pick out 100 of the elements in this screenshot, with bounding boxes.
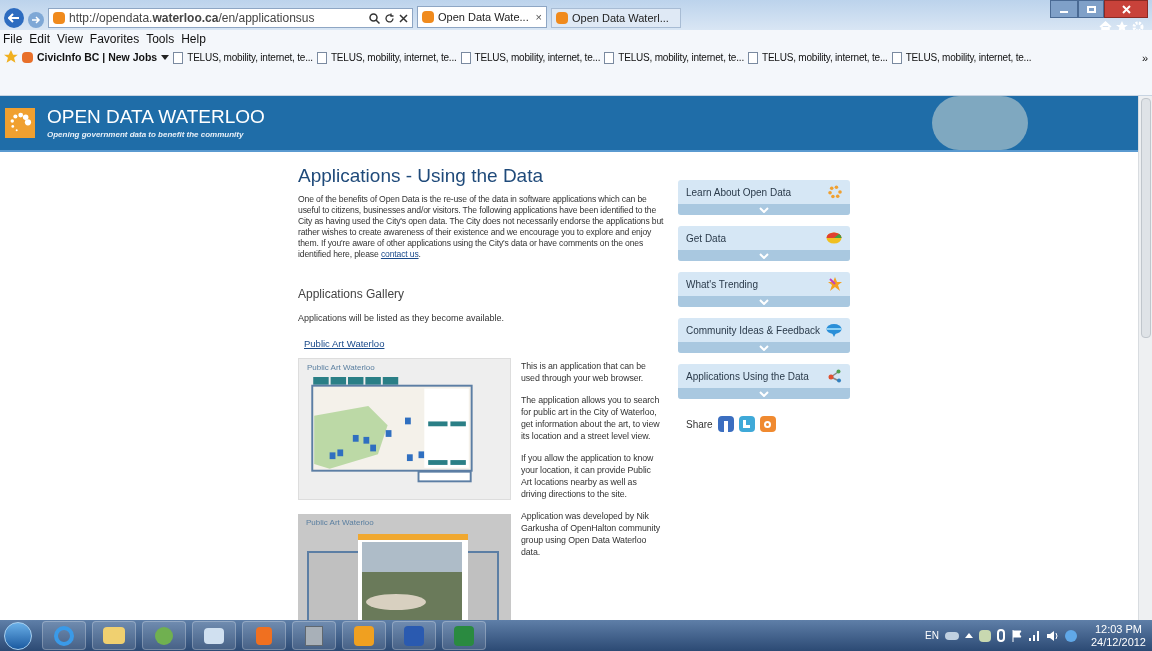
scrollbar[interactable]: [1138, 96, 1152, 620]
browser-tab[interactable]: Open Data Wate... ×: [417, 6, 547, 28]
site-tagline: Opening government data to benefit the community: [47, 128, 245, 141]
sidebar-panel[interactable]: What's Trending: [678, 272, 850, 307]
caret-icon: [161, 55, 170, 61]
share-label: Share: [686, 417, 713, 432]
back-button[interactable]: [4, 8, 24, 28]
favorites-bar-item[interactable]: TELUS, mobility, internet, te...: [460, 50, 601, 65]
page-icon: [747, 51, 758, 64]
minimize-button[interactable]: [1050, 0, 1078, 18]
address-text: http://opendata.waterloo.ca/en/applicationsus: [69, 10, 315, 27]
sidebar-panel[interactable]: Learn About Open Data: [678, 180, 850, 215]
site-favicon-icon: [53, 12, 65, 24]
screenshot-title: Public Art Waterloo: [306, 517, 375, 528]
minimize-icon: [1060, 11, 1068, 13]
menu-item[interactable]: Edit: [29, 30, 51, 48]
favorites-star-icon[interactable]: [4, 50, 18, 64]
app-link[interactable]: Public Art Waterloo: [304, 337, 664, 352]
sidebar-panel-title: Applications Using the Data: [686, 369, 809, 384]
arrow-left-icon: [8, 13, 20, 23]
menu-item[interactable]: Favorites: [89, 30, 140, 48]
sidebar-panel-title: Community Ideas & Feedback: [686, 323, 820, 338]
signal-bars-icon[interactable]: [1028, 630, 1041, 641]
tab-title: Open Data Waterl...: [572, 10, 669, 26]
forward-button[interactable]: [28, 12, 44, 28]
star-figure-icon: [828, 277, 842, 291]
favorites-bar-item-label: TELUS, mobility, internet, te...: [761, 51, 888, 65]
favorites-bar-item-label: CivicInfo BC | New Jobs: [37, 50, 158, 65]
site-title: OPEN DATA WATERLOO: [47, 105, 265, 129]
pie-icon: [826, 232, 842, 244]
app-description: The application allows you to search for public art in the City of Waterloo, get information about the art, to view its location and a street level view.: [521, 393, 661, 442]
chevron-down-icon: [759, 206, 769, 213]
chevron-down-icon: [759, 252, 769, 259]
start-button[interactable]: [4, 621, 32, 650]
app-description: Application was developed by Nik Garkusha of OpenHalton community group using Open Data Waterloo data.: [521, 509, 661, 558]
screenshot-title: Public Art Waterloo: [307, 362, 376, 373]
maximize-icon: [1086, 5, 1096, 13]
tab-title: Open Data Wate...: [438, 9, 529, 25]
site-favicon-icon: [22, 52, 33, 64]
sidebar-panel-title: Learn About Open Data: [686, 185, 792, 200]
close-icon: [1121, 4, 1131, 14]
page-icon: [460, 51, 471, 64]
maximize-button[interactable]: [1078, 0, 1104, 18]
chevron-down-icon: [759, 390, 769, 397]
share-nodes-icon: [828, 369, 842, 383]
gallery-note: Applications will be listed as they become available.: [298, 311, 506, 325]
tab-close-button[interactable]: ×: [535, 8, 542, 26]
clock-time[interactable]: 12:03 PM: [1094, 622, 1142, 636]
sidebar-panel-title: Get Data: [686, 231, 727, 246]
address-field[interactable]: http://opendata.waterloo.ca/en/applicationsus: [48, 8, 413, 28]
page-icon: [316, 51, 327, 64]
favorites-bar-item-label: TELUS, mobility, internet, te...: [905, 51, 1032, 65]
favorites-bar-item-label: TELUS, mobility, internet, te...: [187, 51, 313, 65]
favorites-bar-item-label: TELUS, mobility, internet, te...: [330, 51, 457, 65]
search-icon[interactable]: [369, 12, 380, 24]
favorites-bar-item-label: TELUS, mobility, internet, te...: [474, 51, 601, 65]
chevron-down-icon: [759, 298, 769, 305]
keyboard-icon[interactable]: [944, 631, 959, 640]
browser-tab[interactable]: Open Data Waterl...: [551, 8, 681, 28]
intro-paragraph: One of the benefits of Open Data is the re-use of the data in software applications which can be useful to citizens, businesses and/or visitors. The following applications have been identified to the City as having used the City's open data. The City does not necessarily endorse the applications but rather wishes to create awareness of their existence and we encourage you to explore and enjoy them. If you're aware of other applications using the City's data or have comments on the ones identified here, please contact us.: [298, 193, 664, 260]
flag-icon[interactable]: [1010, 629, 1023, 642]
refresh-icon[interactable]: [384, 12, 395, 24]
menu-item[interactable]: File: [3, 30, 23, 48]
arrow-right-icon: [31, 16, 41, 24]
section-heading: Applications Gallery: [298, 285, 406, 303]
favorites-bar-item[interactable]: TELUS, mobility, internet, te...: [747, 50, 888, 65]
favorites-bar-item[interactable]: TELUS, mobility, internet, te...: [604, 50, 744, 65]
page-icon: [173, 51, 184, 64]
sidebar-panel[interactable]: Get Data: [678, 226, 850, 261]
close-window-button[interactable]: [1104, 0, 1148, 18]
speaker-icon[interactable]: [1046, 630, 1059, 641]
app-tray-icon[interactable]: [1064, 629, 1077, 642]
app-description: If you allow the application to know your location, it can provide Public Art locations nearby as well as driving directions to the site.: [521, 451, 655, 500]
menu-item[interactable]: Help: [181, 30, 206, 48]
overflow-button[interactable]: »: [1141, 50, 1148, 67]
site-favicon-icon: [556, 12, 568, 24]
menu-item[interactable]: View: [57, 30, 83, 48]
chevron-down-icon: [759, 344, 769, 351]
logo-icon: [5, 108, 35, 138]
favorites-bar-item[interactable]: TELUS, mobility, internet, te...: [891, 50, 1032, 65]
page-icon: [604, 51, 615, 64]
sidebar-panel[interactable]: Applications Using the Data: [678, 364, 850, 399]
site-favicon-icon: [422, 11, 434, 23]
sidebar-panel[interactable]: Community Ideas & Feedback: [678, 318, 850, 353]
favorites-bar-item[interactable]: TELUS, mobility, internet, te...: [316, 50, 457, 65]
favorites-bar-item[interactable]: CivicInfo BC | New Jobs: [22, 50, 170, 66]
app-description: This is an application that can be used through your web browser.: [521, 359, 647, 384]
favorites-bar-item-label: TELUS, mobility, internet, te...: [618, 51, 744, 65]
page-heading: Applications - Using the Data: [298, 164, 544, 188]
caret-up-icon[interactable]: [964, 633, 973, 638]
speech-bubble-icon: [826, 323, 842, 337]
page-icon: [891, 51, 902, 64]
clock-date[interactable]: 24/12/2012: [1090, 635, 1146, 649]
ring-dots-icon: [828, 185, 842, 199]
language-indicator[interactable]: EN: [925, 628, 939, 643]
star-icon[interactable]: [1116, 21, 1128, 33]
favorites-bar-item[interactable]: TELUS, mobility, internet, te...: [173, 50, 313, 65]
close-icon[interactable]: [399, 13, 408, 23]
sidebar-panel-title: What's Trending: [686, 277, 758, 292]
menu-item[interactable]: Tools: [146, 30, 175, 48]
